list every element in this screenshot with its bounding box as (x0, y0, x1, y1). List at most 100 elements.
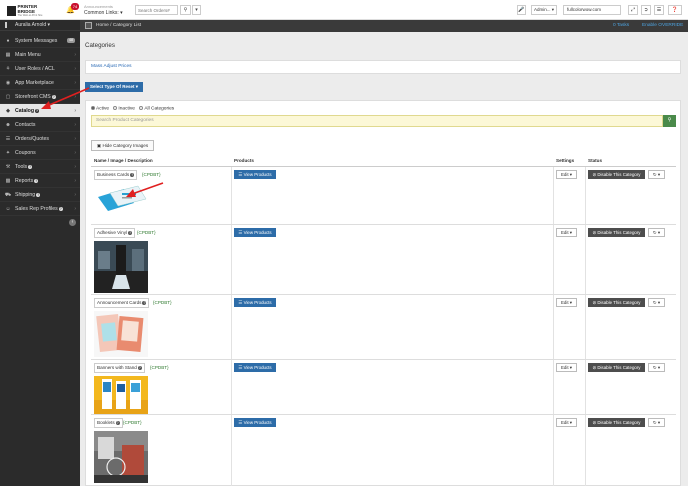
chevron-down-icon: ▾ (47, 22, 51, 28)
search-dropdown-button[interactable]: ▾ (192, 5, 201, 15)
help-icon: ? (51, 94, 56, 99)
edit-button[interactable]: Edit ▾ (556, 228, 577, 237)
view-products-button[interactable]: ☰ View Products (234, 170, 276, 179)
sidebar-item-system-messages[interactable]: ● System Messages 48 (0, 34, 80, 48)
category-search-input[interactable]: Search Product Categories (91, 115, 663, 127)
disable-label: Disable This Category (597, 365, 641, 370)
disable-category-button[interactable]: ⊘ Disable This Category (588, 298, 645, 307)
category-name: Adhesive Vinyl (97, 230, 128, 235)
logout-icon[interactable]: ➲ (641, 5, 651, 15)
sidebar-item-reports[interactable]: ▩ Reports? › (0, 174, 80, 188)
view-products-button[interactable]: ☰ View Products (234, 298, 276, 307)
help-icon: ? (58, 206, 63, 211)
refresh-icon: ↻ (652, 420, 657, 425)
category-image[interactable] (94, 241, 148, 293)
sidebar-collapse-icon[interactable]: ‹ (69, 219, 76, 226)
edit-label: Edit (560, 172, 569, 177)
edit-button[interactable]: Edit ▾ (556, 418, 577, 427)
sidebar-item-catalog[interactable]: ◈ Catalog? › (0, 104, 80, 118)
column-divider (231, 415, 232, 486)
column-divider (585, 360, 586, 414)
refresh-dropdown[interactable]: ↻ ▾ (648, 418, 665, 427)
column-divider (231, 295, 232, 359)
reset-label: Select Type Of Reset (90, 84, 135, 89)
sidebar-item-sales-rep-profiles[interactable]: ☺ Sales Rep Profiles? › (0, 202, 80, 216)
view-products-button[interactable]: ☰ View Products (234, 228, 276, 237)
sidebar-item-app-marketplace[interactable]: ◉ App Marketplace › (0, 76, 80, 90)
disable-category-button[interactable]: ⊘ Disable This Category (588, 418, 645, 427)
page-title: Categories (85, 42, 115, 49)
user-indicator (5, 22, 7, 28)
sidebar-item-tools[interactable]: ⚒ Tools? › (0, 160, 80, 174)
table-row: Banners with Stand? {CPDBT} ☰ View Produ… (91, 360, 676, 415)
chevron-right-icon: › (74, 94, 76, 100)
chevron-right-icon: › (74, 108, 76, 114)
breadcrumb-home[interactable]: Home (96, 23, 109, 28)
disable-category-button[interactable]: ⊘ Disable This Category (588, 363, 645, 372)
category-name-button[interactable]: Booklets? (94, 418, 123, 428)
sidebar-item-orders-quotes[interactable]: ☰ Orders/Quotes › (0, 132, 80, 146)
sidebar-item-contacts[interactable]: ☻ Contacts › (0, 118, 80, 132)
order-search-input[interactable]: Search Orders# (135, 5, 178, 15)
disable-category-button[interactable]: ⊘ Disable This Category (588, 170, 645, 179)
view-products-button[interactable]: ☰ View Products (234, 363, 276, 372)
sidebar-item-shipping[interactable]: ⛟ Shipping? › (0, 188, 80, 202)
edit-button[interactable]: Edit ▾ (556, 298, 577, 307)
category-code: {CPDBT} (142, 172, 161, 177)
sidebar-item-user-roles[interactable]: ⚘ User Roles / ACL › (0, 62, 80, 76)
refresh-dropdown[interactable]: ↻ ▾ (648, 298, 665, 307)
disable-label: Disable This Category (597, 300, 641, 305)
user-menu[interactable]: Auralia Arnold ▾ (0, 20, 80, 31)
status-filter: Active Inactive All Categories (91, 106, 177, 111)
category-search-button[interactable]: ⚲ (663, 115, 676, 127)
view-products-label: View Products (243, 365, 272, 370)
view-products-button[interactable]: ☰ View Products (234, 418, 276, 427)
hide-category-images-button[interactable]: ▣ Hide Category Images (91, 140, 154, 151)
fullscreen-icon[interactable]: ⤢ (628, 5, 638, 15)
disable-category-button[interactable]: ⊘ Disable This Category (588, 228, 645, 237)
tasks-link[interactable]: 0 Tasks (613, 20, 629, 32)
admin-dropdown[interactable]: Admin... ▾ (531, 5, 557, 15)
search-button[interactable]: ⚲ (180, 5, 191, 15)
mass-adjust-prices-link[interactable]: Mass Adjust Prices (85, 60, 681, 74)
category-name-button[interactable]: Adhesive Vinyl? (94, 228, 136, 238)
enable-override-link[interactable]: Enable OVERRIDE (642, 20, 683, 32)
help-icon[interactable]: ❓ (668, 5, 682, 15)
column-header-status: Status (588, 158, 603, 163)
category-name-button[interactable]: Banners with Stand? (94, 363, 145, 373)
menu-icon[interactable]: ☰ (654, 5, 664, 15)
sidebar-item-main-menu[interactable]: ▦ Main Menu › (0, 48, 80, 62)
category-image[interactable] (94, 431, 148, 483)
common-links-dropdown[interactable]: Common Links: ▾ (84, 10, 123, 16)
sidebar-item-coupons[interactable]: ✦ Coupons › (0, 146, 80, 160)
printer-bridge-logo[interactable]: PRINTER BRIDGE The Web-to-Print Site (7, 4, 54, 17)
radio-inactive-label: Inactive (118, 106, 135, 112)
domain-field[interactable]: fullcolorwow.com (563, 5, 621, 15)
category-name-button[interactable]: Announcement Cards? (94, 298, 150, 308)
category-image[interactable] (94, 376, 148, 414)
radio-all-label: All Categories (144, 106, 175, 112)
chevron-down-icon: ▾ (657, 365, 661, 370)
refresh-dropdown[interactable]: ↻ ▾ (648, 363, 665, 372)
refresh-icon: ↻ (652, 172, 657, 177)
key-icon: ⚘ (5, 66, 11, 72)
radio-all[interactable]: All Categories (139, 106, 174, 111)
help-icon: ? (34, 178, 39, 183)
list-icon: ☰ (238, 172, 243, 177)
category-name-button[interactable]: Business Cards? (94, 170, 138, 180)
select-reset-type-button[interactable]: Select Type Of Reset ▾ (85, 82, 143, 92)
category-image[interactable] (94, 183, 148, 213)
microphone-icon[interactable]: 🎤 (517, 5, 526, 15)
sidebar-item-label: Coupons (15, 150, 36, 156)
radio-inactive[interactable]: Inactive (113, 106, 135, 111)
refresh-dropdown[interactable]: ↻ ▾ (648, 228, 665, 237)
category-image[interactable] (94, 311, 148, 357)
edit-button[interactable]: Edit ▾ (556, 170, 577, 179)
refresh-dropdown[interactable]: ↻ ▾ (648, 170, 665, 179)
edit-button[interactable]: Edit ▾ (556, 363, 577, 372)
ban-icon: ⊘ (592, 420, 597, 425)
radio-active[interactable]: Active (91, 106, 109, 111)
bell-icon: ● (6, 38, 10, 44)
sidebar-item-storefront-cms[interactable]: ▢ Storefront CMS? › (0, 90, 80, 104)
home-icon[interactable] (85, 22, 92, 29)
